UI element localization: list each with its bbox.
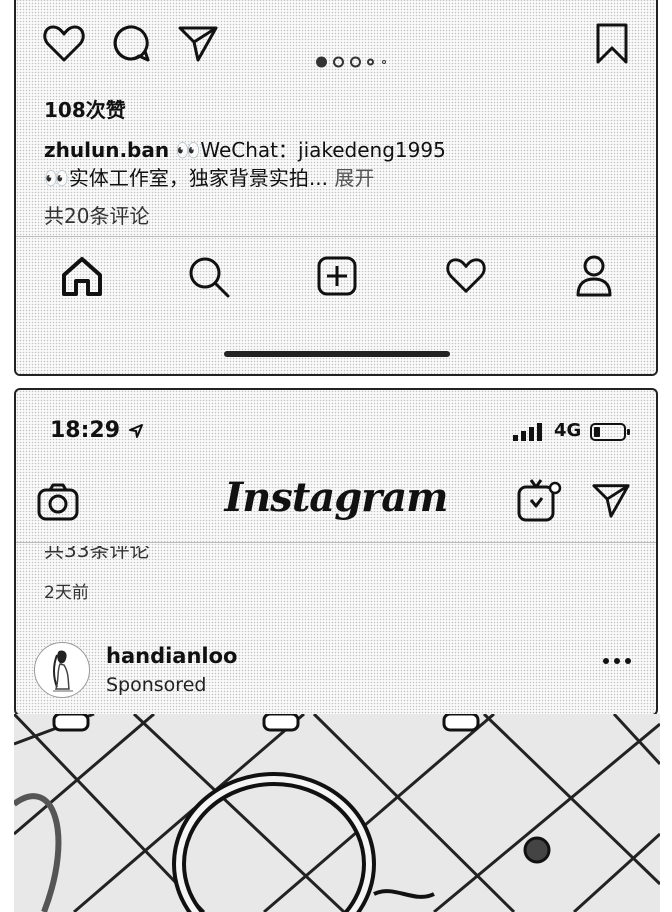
comment-bubble-icon[interactable] bbox=[110, 22, 152, 64]
sponsored-label[interactable]: Sponsored bbox=[106, 674, 206, 696]
carousel-dot bbox=[316, 56, 327, 68]
nav-divider bbox=[16, 542, 656, 543]
top-nav-bar: Instagram bbox=[16, 460, 656, 542]
caption-expand-link[interactable]: 展开 bbox=[328, 166, 374, 190]
carousel-dot bbox=[367, 58, 374, 66]
avatar[interactable] bbox=[34, 642, 90, 698]
post-timestamp: 2天前 bbox=[44, 583, 89, 603]
feed-screen-panel: 18:29 4G Instagram 共33条评论 2天前 handianloo… bbox=[14, 388, 658, 716]
network-type: 4G bbox=[554, 420, 582, 441]
carousel-indicator bbox=[316, 54, 406, 70]
avatar-figure-icon bbox=[53, 650, 73, 692]
search-icon[interactable] bbox=[186, 255, 232, 299]
post-photo[interactable] bbox=[14, 714, 660, 912]
home-icon[interactable] bbox=[60, 255, 104, 297]
signal-bars-icon bbox=[513, 423, 542, 441]
igtv-icon[interactable] bbox=[516, 478, 562, 524]
share-paper-plane-icon[interactable] bbox=[176, 22, 220, 64]
activity-heart-icon[interactable] bbox=[444, 255, 488, 295]
post-action-bar bbox=[16, 14, 656, 74]
battery-icon bbox=[590, 423, 630, 441]
like-count[interactable]: 108次赞 bbox=[44, 94, 126, 123]
more-options-icon[interactable] bbox=[602, 656, 632, 666]
save-bookmark-icon[interactable] bbox=[594, 22, 630, 66]
caption-text: 👀WeChat：jiakedeng1995 bbox=[169, 138, 446, 162]
carousel-dot bbox=[350, 56, 361, 68]
profile-icon[interactable] bbox=[574, 253, 614, 297]
home-indicator[interactable] bbox=[224, 351, 450, 357]
sponsor-username[interactable]: handianloo bbox=[106, 644, 237, 668]
carousel-dot bbox=[333, 56, 344, 68]
location-arrow-icon bbox=[128, 424, 143, 438]
status-time: 18:29 bbox=[50, 418, 144, 443]
quilted-bag-image bbox=[14, 714, 660, 912]
like-heart-icon[interactable] bbox=[42, 22, 86, 64]
status-time-text: 18:29 bbox=[50, 418, 121, 443]
caption-text-2: 👀实体工作室，独家背景实拍... bbox=[44, 166, 328, 190]
carousel-dot bbox=[382, 60, 386, 64]
bottom-tab-bar bbox=[16, 236, 656, 374]
view-comments-link[interactable]: 共20条评论 bbox=[44, 200, 149, 229]
caption-username[interactable]: zhulun.ban bbox=[44, 138, 169, 162]
post-caption-line1: zhulun.ban 👀WeChat：jiakedeng1995 bbox=[44, 134, 446, 163]
post-caption-line2: 👀实体工作室，独家背景实拍... 展开 bbox=[44, 162, 374, 191]
status-indicators: 4G bbox=[512, 420, 632, 444]
direct-message-icon[interactable] bbox=[590, 480, 632, 520]
new-post-icon[interactable] bbox=[316, 255, 358, 297]
previous-post-panel: 108次赞 zhulun.ban 👀WeChat：jiakedeng1995 👀… bbox=[14, 0, 658, 376]
